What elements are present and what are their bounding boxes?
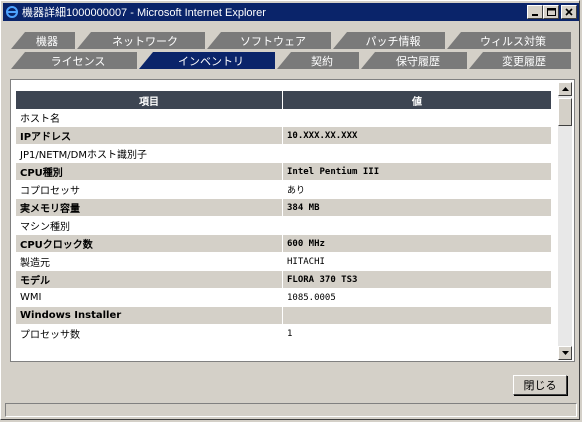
internet-explorer-icon (5, 5, 19, 19)
tab-row-lower: ライセンス インベントリ 契約 保守履歴 変更履歴 (11, 52, 571, 70)
maximize-button[interactable] (543, 5, 559, 19)
row-value (282, 109, 552, 127)
row-item-label: CPU種別 (16, 162, 283, 181)
table-row: WMI 1085.0005 (16, 288, 552, 307)
row-item-label: JP1/NETM/DMホスト識別子 (16, 144, 283, 163)
table-row: JP1/NETM/DMホスト識別子 (16, 144, 552, 163)
table-row: 実メモリ容量 384 MB (16, 198, 552, 217)
row-item-label: CPUクロック数 (16, 234, 283, 253)
title-bar: 機器詳細1000000007 - Microsoft Internet Expl… (3, 3, 579, 21)
row-item-label: WMI (16, 288, 283, 307)
row-value: 600 MHz (282, 234, 552, 253)
row-value: 384 MB (282, 198, 552, 217)
arrow-up-icon (561, 86, 569, 91)
row-value (282, 144, 552, 163)
row-value: 10.XXX.XX.XXX (282, 126, 552, 145)
vertical-scrollbar[interactable] (558, 82, 572, 360)
table-row: コプロセッサ あり (16, 180, 552, 199)
tab-patch-info[interactable]: パッチ情報 (333, 32, 445, 49)
tab-change-history[interactable]: 変更履歴 (469, 52, 571, 69)
table-row: プロセッサ数 1 (16, 324, 552, 343)
row-value: FLORA 370 TS3 (282, 270, 552, 289)
scroll-up-button[interactable] (558, 82, 572, 96)
tab-software[interactable]: ソフトウェア (207, 32, 331, 49)
browser-window: 機器詳細1000000007 - Microsoft Internet Expl… (0, 0, 580, 420)
table-row: IPアドレス 10.XXX.XX.XXX (16, 126, 552, 145)
close-window-button[interactable] (561, 5, 577, 19)
row-item-label: プロセッサ数 (16, 324, 283, 343)
header-value: 値 (282, 91, 552, 109)
scroll-thumb[interactable] (558, 98, 572, 126)
row-value: HITACHI (282, 252, 552, 271)
arrow-down-icon (561, 350, 569, 355)
row-value (282, 216, 552, 235)
row-value: 1085.0005 (282, 288, 552, 307)
table-row: 製造元 HITACHI (16, 252, 552, 271)
row-item-label: マシン種別 (16, 216, 283, 235)
row-item-label: IPアドレス (16, 126, 283, 145)
table-row: Windows Installer (16, 306, 552, 325)
close-button[interactable]: 閉じる (513, 375, 567, 395)
inventory-panel: 項目 値 ホスト名 IPアドレス 10.XXX.XX.XXX JP1/NETM/… (10, 79, 575, 362)
maximize-icon (546, 8, 556, 16)
table-row: CPUクロック数 600 MHz (16, 234, 552, 253)
row-item-label: 製造元 (16, 252, 283, 271)
table-row: CPU種別 Intel Pentium III (16, 162, 552, 181)
row-item-label: 実メモリ容量 (16, 198, 283, 217)
scroll-down-button[interactable] (558, 346, 572, 360)
table-header-row: 項目 値 (16, 91, 552, 109)
row-value: Intel Pentium III (282, 162, 552, 181)
window-title: 機器詳細1000000007 - Microsoft Internet Expl… (22, 7, 266, 19)
tab-network[interactable]: ネットワーク (77, 32, 205, 49)
table-row: マシン種別 (16, 216, 552, 235)
tab-antivirus[interactable]: ウィルス対策 (447, 32, 571, 49)
tab-device[interactable]: 機器 (11, 32, 75, 49)
tab-contract[interactable]: 契約 (277, 52, 359, 69)
tab-license[interactable]: ライセンス (11, 52, 137, 69)
minimize-button[interactable] (527, 5, 543, 19)
close-icon (565, 8, 573, 16)
status-bar (5, 403, 577, 417)
row-item-label: ホスト名 (16, 109, 283, 127)
minimize-icon (532, 14, 538, 16)
row-item-label: コプロセッサ (16, 180, 283, 199)
row-value (282, 306, 552, 325)
row-value: 1 (282, 324, 552, 343)
table-row: ホスト名 (16, 109, 552, 127)
inventory-table: 項目 値 ホスト名 IPアドレス 10.XXX.XX.XXX JP1/NETM/… (16, 91, 552, 343)
table-row: モデル FLORA 370 TS3 (16, 270, 552, 289)
row-item-label: Windows Installer (16, 306, 283, 325)
tab-row-upper: 機器 ネットワーク ソフトウェア パッチ情報 ウィルス対策 (11, 32, 571, 50)
tab-maintenance-history[interactable]: 保守履歴 (361, 52, 467, 69)
row-value: あり (282, 180, 552, 199)
row-item-label: モデル (16, 270, 283, 289)
header-item: 項目 (16, 91, 283, 109)
tab-inventory[interactable]: インベントリ (139, 52, 275, 69)
